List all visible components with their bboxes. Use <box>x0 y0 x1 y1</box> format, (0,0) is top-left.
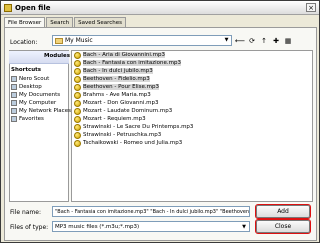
chevron-down-icon[interactable]: ▼ <box>240 223 248 231</box>
desktop-icon <box>11 84 17 90</box>
documents-icon <box>11 92 17 98</box>
close-button[interactable]: Close <box>255 219 311 234</box>
audio-file-icon <box>74 83 81 91</box>
file-item[interactable]: Beethoven - Pour Elise.mp3 <box>74 83 160 91</box>
file-name: Strawinski - Le Sacre Du Printemps.mp3 <box>83 124 194 130</box>
audio-file-icon <box>74 91 81 99</box>
audio-file-icon <box>74 75 81 83</box>
view-menu-icon[interactable]: ▦ <box>283 36 293 46</box>
file-name: Brahms - Ave Maria.mp3 <box>83 92 151 98</box>
file-name: Mozart - Laudate Dominum.mp3 <box>83 108 173 114</box>
file-name: Beethoven - Pour Elise.mp3 <box>83 84 160 90</box>
file-name-label: File name: <box>10 209 41 216</box>
place-label: Nero Scout <box>19 76 50 82</box>
file-item[interactable]: Bach - In dulci jubilo.mp3 <box>74 67 153 75</box>
file-item[interactable]: Strawinski - Le Sacre Du Printemps.mp3 <box>74 123 193 131</box>
audio-file-icon <box>74 131 81 139</box>
audio-file-icon <box>74 139 81 147</box>
location-value: My Music <box>65 37 93 44</box>
place-label: My Network Places <box>19 108 71 114</box>
location-combobox[interactable]: My Music ▼ <box>52 35 232 46</box>
file-item[interactable]: Bach - Fantasia con imitazione.mp3 <box>74 59 181 67</box>
audio-file-icon <box>74 123 81 131</box>
navigation-toolbar: ⟵ ⟳ ↑ ✚ ▦ <box>235 36 295 46</box>
add-button[interactable]: Add <box>255 204 311 219</box>
location-label: Location: <box>10 39 38 46</box>
modules-label: Modules <box>44 53 70 59</box>
chevron-down-icon[interactable]: ▼ <box>223 37 230 44</box>
file-item[interactable]: Beethoven - Fidelio.mp3 <box>74 75 150 83</box>
audio-file-icon <box>74 115 81 123</box>
file-name: Mozart - Don Giovanni.mp3 <box>83 100 159 106</box>
network-icon <box>11 108 17 114</box>
place-desktop[interactable]: Desktop <box>11 84 42 90</box>
modules-header: Modules <box>9 51 70 64</box>
tab-file-browser[interactable]: File Browser <box>4 17 46 27</box>
file-type-label: Files of type: <box>10 224 49 231</box>
folder-icon <box>55 37 63 44</box>
shortcuts-label: Shortcuts <box>11 67 42 73</box>
close-window-button[interactable]: × <box>306 3 316 12</box>
file-item[interactable]: Bach - Aria di Giovannini.mp3 <box>74 51 165 59</box>
file-type-value: MP3 music files (*.m3u;*.mp3) <box>55 224 140 230</box>
place-nero-scout[interactable]: Nero Scout <box>11 76 49 82</box>
back-icon[interactable]: ⟵ <box>235 36 245 46</box>
refresh-icon[interactable]: ⟳ <box>247 36 257 46</box>
audio-file-icon <box>74 51 81 59</box>
new-folder-icon[interactable]: ✚ <box>271 36 281 46</box>
file-item[interactable]: Mozart - Don Giovanni.mp3 <box>74 99 158 107</box>
audio-file-icon <box>74 67 81 75</box>
window-title: Open file <box>15 3 51 12</box>
up-folder-icon[interactable]: ↑ <box>259 36 269 46</box>
file-name: Strawinski - Petruschka.mp3 <box>83 132 162 138</box>
audio-file-icon <box>74 59 81 67</box>
open-file-dialog: Open file × File Browser Search Saved Se… <box>0 0 320 243</box>
file-item[interactable]: Brahms - Ave Maria.mp3 <box>74 91 151 99</box>
file-name: Beethoven - Fidelio.mp3 <box>83 76 150 82</box>
file-name: Bach - Fantasia con imitazione.mp3 <box>83 60 181 66</box>
title-bar: Open file × <box>1 1 319 15</box>
favorites-icon <box>11 116 17 122</box>
file-item[interactable]: Mozart - Laudate Dominum.mp3 <box>74 107 172 115</box>
tab-search[interactable]: Search <box>46 17 74 27</box>
place-my-computer[interactable]: My Computer <box>11 100 56 106</box>
place-my-documents[interactable]: My Documents <box>11 92 60 98</box>
audio-file-icon <box>74 107 81 115</box>
file-name-input[interactable]: "Bach - Fantasia con imitazione.mp3" "Ba… <box>52 206 250 217</box>
tab-bar: File Browser Search Saved Searches <box>4 17 127 27</box>
file-item[interactable]: Strawinski - Petruschka.mp3 <box>74 131 161 139</box>
folder-icon <box>4 3 12 12</box>
file-name: Tschaikowski - Romeo und Julia.mp3 <box>83 140 183 146</box>
file-name: Bach - In dulci jubilo.mp3 <box>83 68 153 74</box>
file-type-select[interactable]: MP3 music files (*.m3u;*.mp3) ▼ <box>52 221 250 232</box>
file-item[interactable]: Tschaikowski - Romeo und Julia.mp3 <box>74 139 182 147</box>
audio-file-icon <box>74 99 81 107</box>
computer-icon <box>11 100 17 106</box>
nero-scout-icon <box>11 76 17 82</box>
tab-saved-searches[interactable]: Saved Searches <box>74 17 127 27</box>
place-label: Desktop <box>19 84 42 90</box>
place-my-network-places[interactable]: My Network Places <box>11 108 71 114</box>
file-name: Bach - Aria di Giovannini.mp3 <box>83 52 165 58</box>
place-label: Favorites <box>19 116 44 122</box>
file-name: Mozart - Requiem.mp3 <box>83 116 146 122</box>
place-favorites[interactable]: Favorites <box>11 116 44 122</box>
place-label: My Documents <box>19 92 61 98</box>
file-item[interactable]: Mozart - Requiem.mp3 <box>74 115 146 123</box>
place-label: My Computer <box>19 100 57 106</box>
